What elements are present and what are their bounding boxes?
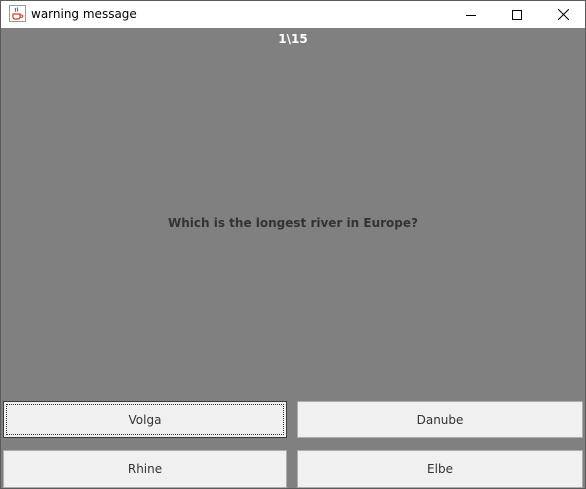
answer-label: Elbe [427,462,453,476]
title-bar[interactable]: warning message [1,1,585,28]
maximize-button[interactable] [494,1,540,28]
answer-button-1[interactable]: Volga [3,401,287,438]
close-button[interactable] [540,1,586,28]
question-text: Which is the longest river in Europe? [168,216,418,230]
answer-label: Rhine [127,462,163,476]
window-title: warning message [31,7,137,21]
minimize-button[interactable] [448,1,494,28]
question-counter: 1\15 [278,32,308,46]
answer-button-4[interactable]: Elbe [297,450,583,488]
java-coffee-cup-icon [9,5,26,22]
quiz-panel: 1\15 Which is the longest river in Europ… [1,28,585,488]
answer-label: Danube [416,412,464,427]
answer-button-3[interactable]: Rhine [3,450,287,488]
close-icon [557,5,569,24]
maximize-icon [512,5,522,24]
answer-button-2[interactable]: Danube [297,401,583,438]
answer-label: Volga [128,412,162,427]
minimize-icon [466,5,476,24]
app-window: warning message 1\15 Which is the longes… [0,0,586,489]
